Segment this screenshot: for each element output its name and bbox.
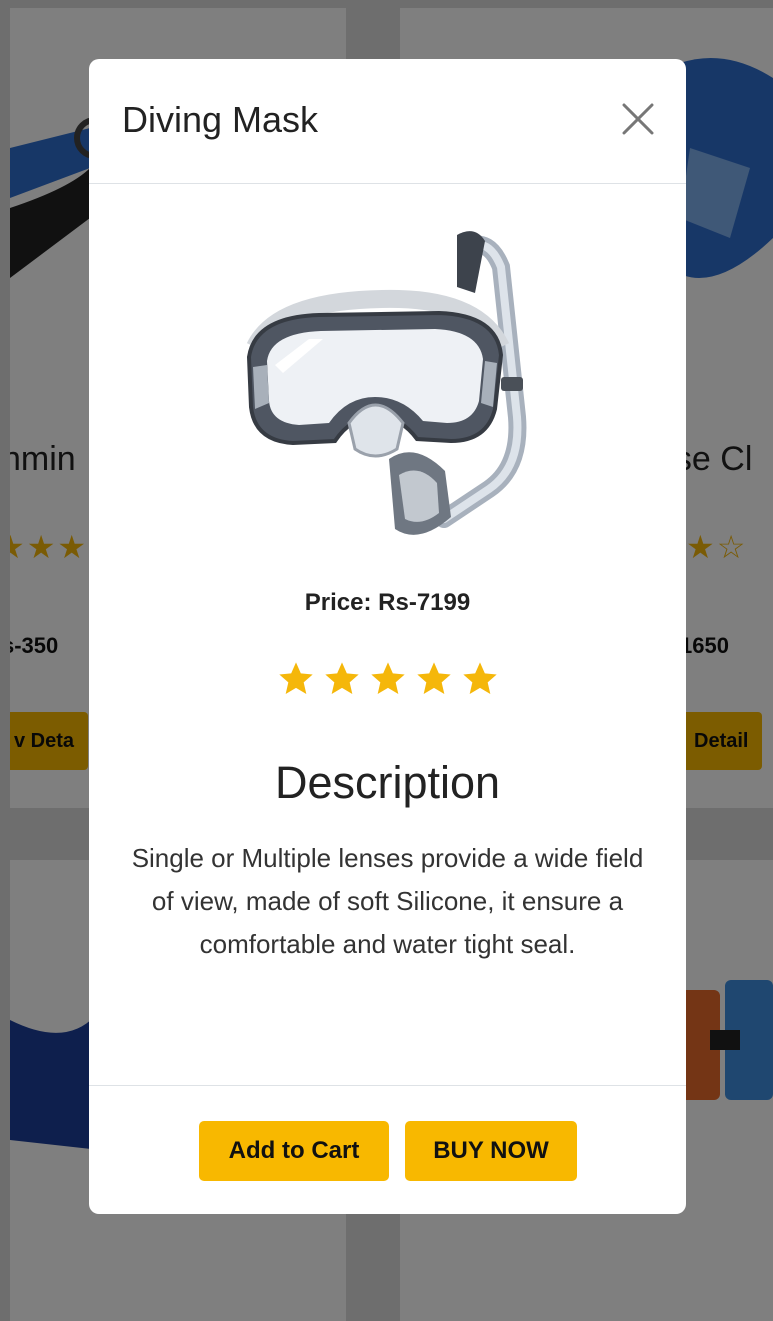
modal-footer: Add to Cart BUY NOW xyxy=(89,1085,686,1214)
product-description: Single or Multiple lenses provide a wide… xyxy=(131,843,644,959)
close-icon xyxy=(622,103,654,135)
close-button[interactable] xyxy=(618,99,658,139)
star-icon xyxy=(278,662,313,694)
star-icon xyxy=(416,662,451,694)
modal-title: Diving Mask xyxy=(122,99,319,140)
star-icon xyxy=(462,662,497,694)
star-icon xyxy=(324,662,359,694)
star-icon xyxy=(370,662,405,694)
description-heading: Description xyxy=(274,757,501,808)
modal-header: Diving Mask xyxy=(89,59,686,184)
add-to-cart-button[interactable]: Add to Cart xyxy=(199,1121,389,1181)
product-price: Price: Rs-7199 xyxy=(304,589,471,616)
diving-mask-image xyxy=(246,231,527,535)
star-rating xyxy=(89,659,686,699)
product-modal: Diving Mask Price: Rs-7199 Description S… xyxy=(89,59,686,1214)
buy-now-button[interactable]: BUY NOW xyxy=(405,1121,577,1181)
